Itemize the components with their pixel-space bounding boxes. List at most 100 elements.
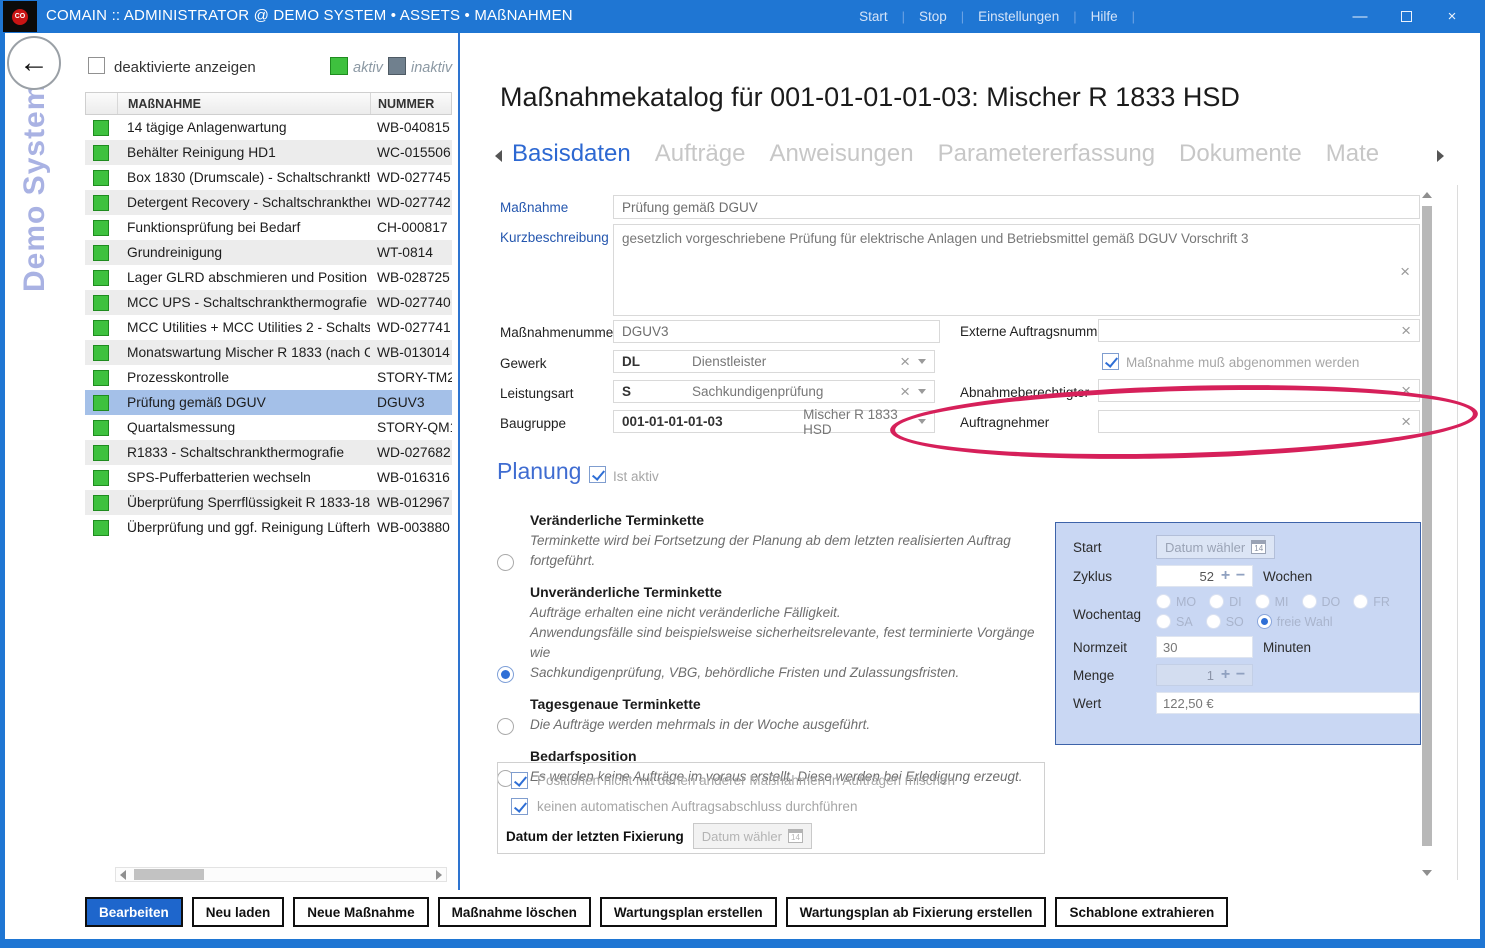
list-item[interactable]: Funktionsprüfung bei BedarfCH-000817 (85, 215, 452, 240)
plus-icon[interactable]: + (1218, 567, 1233, 585)
clear-icon[interactable]: × (1401, 322, 1411, 339)
minus-icon[interactable]: − (1233, 666, 1248, 684)
leistungsart-combobox[interactable]: S Sachkundigenprüfung × (613, 380, 935, 403)
list-item[interactable]: Box 1830 (Drumscale) - Schaltschrankther… (85, 165, 452, 190)
list-horizontal-scrollbar[interactable] (115, 867, 447, 882)
clear-icon[interactable]: × (1400, 263, 1410, 280)
weekday-radio-do[interactable] (1302, 594, 1317, 609)
list-header-measure[interactable]: MAßNAHME (118, 93, 371, 114)
maximize-button[interactable] (1383, 0, 1429, 33)
weekday-radio-so[interactable] (1206, 614, 1221, 629)
baugruppe-combobox[interactable]: 001-01-01-01-03 Mischer R 1833 HSD (613, 410, 935, 433)
tab-mate[interactable]: Mate (1326, 140, 1379, 168)
normzeit-input[interactable]: 30 (1156, 636, 1253, 658)
wartungsplan-ab-fixierung-erstellen-button[interactable]: Wartungsplan ab Fixierung erstellen (786, 897, 1047, 927)
chevron-down-icon[interactable] (918, 419, 926, 424)
plus-icon[interactable]: + (1218, 666, 1233, 684)
kurzbeschreibung-textarea[interactable]: gesetzlich vorgeschriebene Prüfung für e… (613, 224, 1420, 316)
weekday-radio-di[interactable] (1209, 594, 1224, 609)
show-deactivated-label: deaktivierte anzeigen (114, 59, 256, 76)
tabs-scroll-left-icon[interactable] (495, 150, 502, 162)
neue-ma-nahme-button[interactable]: Neue Maßnahme (293, 897, 428, 927)
measure-number: STORY-TM2 (370, 370, 452, 385)
massnahmenummer-input[interactable]: DGUV3 (613, 320, 940, 343)
wartungsplan-erstellen-button[interactable]: Wartungsplan erstellen (600, 897, 777, 927)
show-deactivated-checkbox[interactable] (88, 57, 105, 74)
terminkette-radio-unver-nderliche-terminkette[interactable] (497, 666, 514, 683)
zyklus-stepper[interactable]: 52 + − (1156, 565, 1253, 587)
list-item[interactable]: Lager GLRD abschmieren und Position über… (85, 265, 452, 290)
no-mix-checkbox[interactable] (511, 772, 528, 789)
list-item[interactable]: Prüfung gemäß DGUVDGUV3 (85, 390, 452, 415)
weekday-radio-fr[interactable] (1353, 594, 1368, 609)
main-vertical-scrollbar[interactable] (1421, 190, 1433, 878)
terminkette-radio-tagesgenaue-terminkette[interactable] (497, 718, 514, 735)
tab-dokumente[interactable]: Dokumente (1179, 140, 1302, 168)
clear-icon[interactable]: × (900, 353, 910, 370)
chevron-down-icon[interactable] (918, 389, 926, 394)
scrollbar-thumb[interactable] (134, 869, 204, 880)
wert-input[interactable]: 122,50 € (1156, 692, 1420, 714)
tabs-scroll-right-icon[interactable] (1437, 150, 1444, 162)
list-item[interactable]: Behälter Reinigung HD1WC-015506 (85, 140, 452, 165)
abnahmeberechtigter-input[interactable]: × (1098, 379, 1420, 402)
list-item[interactable]: ProzesskontrolleSTORY-TM2 (85, 365, 452, 390)
bearbeiten-button[interactable]: Bearbeiten (85, 897, 183, 927)
minus-icon[interactable]: − (1233, 567, 1248, 585)
minimize-button[interactable]: — (1337, 0, 1383, 33)
list-item[interactable]: Überprüfung Sperrflüssigkeit R 1833-1839… (85, 490, 452, 515)
weekday-row-2: SASOfreie Wahl (1156, 614, 1390, 629)
massnahme-input[interactable]: Prüfung gemäß DGUV (613, 195, 1420, 219)
scroll-up-icon[interactable] (1422, 192, 1432, 198)
list-item[interactable]: R1833 - SchaltschrankthermografieWD-0276… (85, 440, 452, 465)
tab-auftr-ge[interactable]: Aufträge (655, 140, 746, 168)
ist-aktiv-checkbox[interactable] (589, 466, 606, 483)
schablone-extrahieren-button[interactable]: Schablone extrahieren (1055, 897, 1228, 927)
scroll-left-icon[interactable] (120, 870, 126, 880)
scroll-down-icon[interactable] (1422, 870, 1432, 876)
tab-anweisungen[interactable]: Anweisungen (769, 140, 913, 168)
no-auto-close-checkbox[interactable] (511, 798, 528, 815)
list-item[interactable]: MCC UPS - SchaltschrankthermografieWD-02… (85, 290, 452, 315)
list-item[interactable]: Detergent Recovery - Schaltschrankthermo… (85, 190, 452, 215)
clear-icon[interactable]: × (1401, 413, 1411, 430)
clear-icon[interactable]: × (900, 383, 910, 400)
list-header-number[interactable]: NUMMER (371, 93, 451, 114)
weekday-radio-mi[interactable] (1255, 594, 1270, 609)
clear-icon[interactable]: × (1401, 382, 1411, 399)
menu-hilfe[interactable]: Hilfe (1091, 9, 1118, 24)
close-button[interactable]: × (1429, 0, 1475, 33)
menu-einstellungen[interactable]: Einstellungen (978, 9, 1059, 24)
menu-stop[interactable]: Stop (919, 9, 947, 24)
scroll-right-icon[interactable] (436, 870, 442, 880)
chevron-down-icon[interactable] (918, 359, 926, 364)
weekday-radio-sa[interactable] (1156, 614, 1171, 629)
measure-name: Behälter Reinigung HD1 (117, 145, 370, 160)
weekday-radio-freie-wahl[interactable] (1257, 614, 1272, 629)
list-item[interactable]: Überprüfung und ggf. Reinigung Lüfterhau… (85, 515, 452, 540)
leistungsart-label: Leistungsart (500, 386, 574, 401)
back-button[interactable]: ← (7, 36, 61, 90)
gewerk-combobox[interactable]: DL Dienstleister × (613, 350, 935, 373)
ma-nahme-l-schen-button[interactable]: Maßnahme löschen (438, 897, 591, 927)
list-item[interactable]: SPS-Pufferbatterien wechselnWB-016316 (85, 465, 452, 490)
weekday-option-sa: SA (1156, 614, 1193, 629)
abnahme-checkbox[interactable] (1102, 353, 1119, 370)
weekday-radio-mo[interactable] (1156, 594, 1171, 609)
start-date-picker-button[interactable]: Datum wähler 14 (1156, 535, 1275, 559)
tab-basisdaten[interactable]: Basisdaten (512, 140, 631, 168)
list-item[interactable]: MCC Utilities + MCC Utilities 2 - Schalt… (85, 315, 452, 340)
neu-laden-button[interactable]: Neu laden (192, 897, 285, 927)
externe-auftragsnummer-input[interactable]: × (1098, 319, 1420, 342)
list-item[interactable]: 14 tägige AnlagenwartungWB-040815 (85, 115, 452, 140)
list-item[interactable]: Monatswartung Mischer R 1833 (nach Check… (85, 340, 452, 365)
terminkette-radio-ver-nderliche-terminkette[interactable] (497, 554, 514, 571)
list-item[interactable]: QuartalsmessungSTORY-QM1 (85, 415, 452, 440)
scrollbar-thumb[interactable] (1422, 206, 1432, 846)
auftragnehmer-input[interactable]: × (1098, 410, 1420, 433)
fixierung-date-picker-button[interactable]: Datum wähler 14 (693, 823, 812, 849)
tab-parametererfassung[interactable]: Parametererfassung (938, 140, 1155, 168)
list-item[interactable]: GrundreinigungWT-0814 (85, 240, 452, 265)
menu-start[interactable]: Start (859, 9, 888, 24)
menge-stepper[interactable]: 1 + − (1156, 664, 1253, 686)
